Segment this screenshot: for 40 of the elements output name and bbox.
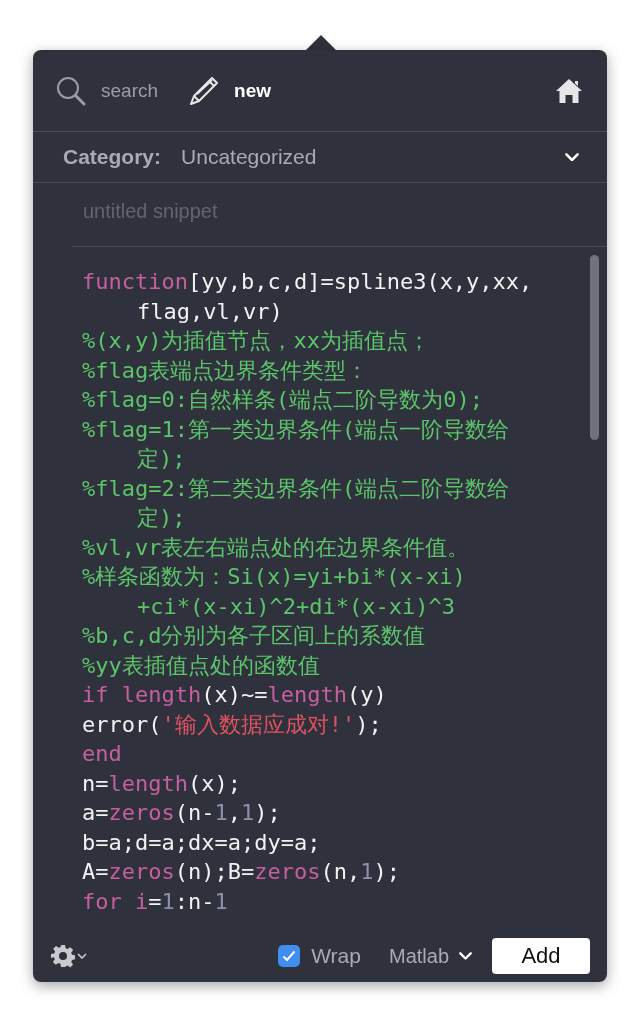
code-line: flag,vl,vr) [136, 297, 283, 326]
code-line: %flag=1:第一类边界条件(端点一阶导数给 [82, 415, 510, 444]
wrap-label: Wrap [311, 944, 361, 968]
gear-icon [51, 944, 75, 968]
pencil-icon [188, 74, 221, 107]
toolbar-tab[interactable]: search [55, 74, 159, 107]
code-line: %flag表端点边界条件类型： [82, 356, 369, 385]
toolbar-tab[interactable]: new [188, 74, 271, 107]
code-line: %yy表插值点处的函数值 [82, 651, 320, 680]
code-line: function[yy,b,c,d]=spline3(x,y,xx, [82, 268, 533, 296]
home-icon[interactable] [555, 77, 583, 104]
code-line: 定); [136, 445, 186, 473]
code-line: A=zeros(n);B=zeros(n,1); [82, 858, 400, 886]
code-line: +ci*(x-xi)^2+di*(x-xi)^3 [136, 592, 455, 621]
code-line: b=a;d=a;dx=a;dy=a; [82, 828, 321, 857]
code-line: %vl,vr表左右端点处的在边界条件值。 [82, 533, 470, 562]
chevron-down-icon [565, 152, 579, 162]
scrollbar[interactable] [590, 255, 599, 440]
code-line: %flag=2:第二类边界条件(端点二阶导数给 [82, 474, 510, 503]
code-line: a=zeros(n-1,1); [82, 799, 281, 827]
caret-icon [77, 953, 87, 959]
code-line: end [82, 740, 122, 768]
code-line: %flag=0:自然样条(端点二阶导数为0); [82, 386, 483, 414]
category-dropdown[interactable]: Uncategorized [181, 145, 317, 169]
code-line: for i=1:n-1 [82, 887, 228, 916]
code-line: %(x,y)为插值节点，xx为插值点； [82, 327, 430, 355]
chevron-down-icon [459, 952, 472, 960]
code-line: n=length(x); [82, 769, 241, 798]
checkmark-icon [282, 950, 297, 962]
language-dropdown[interactable]: Matlab [388, 944, 472, 968]
code-line: 定); [136, 504, 186, 532]
code-line: %b,c,d分别为各子区间上的系数值 [82, 622, 426, 650]
wrap-checkbox[interactable] [278, 945, 301, 967]
code-line: if length(x)~=length(y) [82, 681, 387, 709]
code-line: error('输入数据应成对!'); [82, 710, 382, 739]
code-line: %样条函数为：Si(x)=yi+bi*(x-xi) [82, 563, 466, 591]
search-icon [55, 74, 87, 107]
settings-button[interactable] [51, 944, 87, 968]
category-label: Category: [63, 145, 162, 169]
add-button[interactable]: Add [492, 938, 590, 974]
